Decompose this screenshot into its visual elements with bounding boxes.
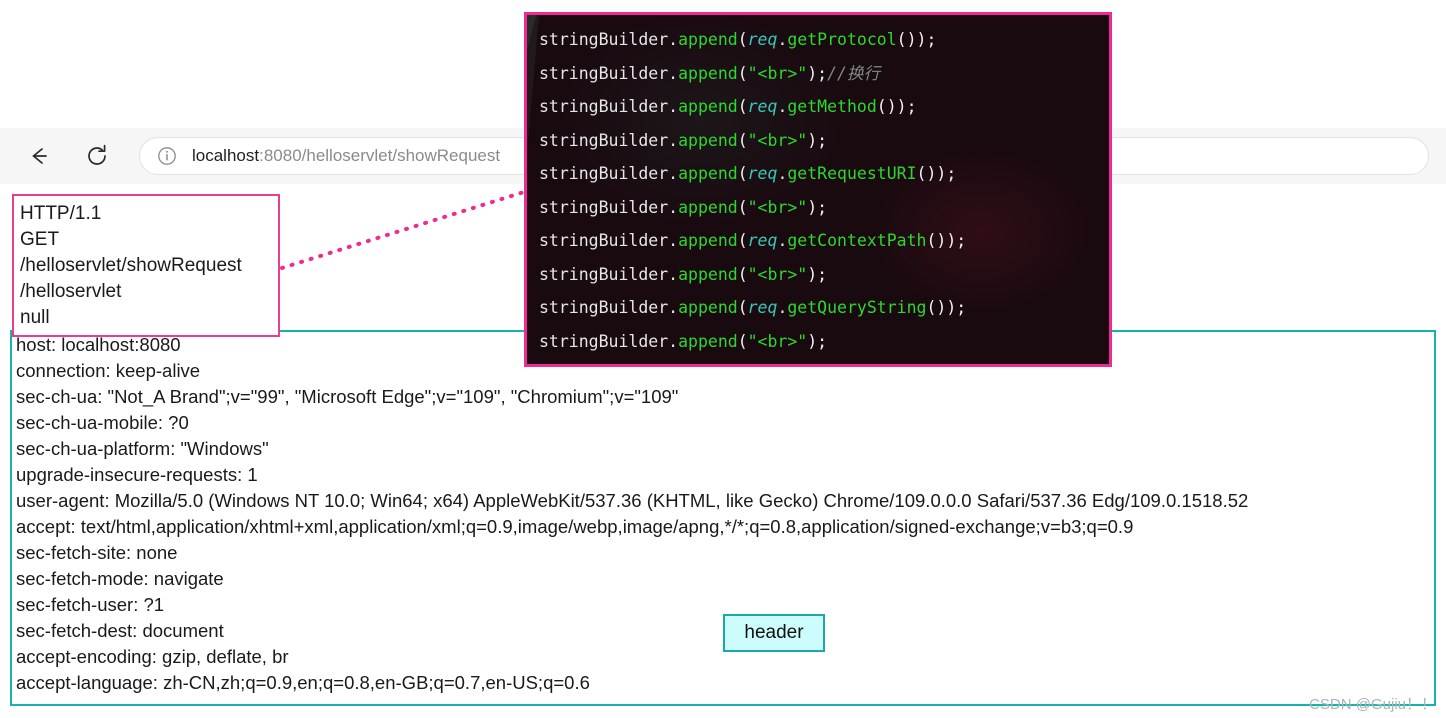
header-line: accept: text/html,application/xhtml+xml,…: [16, 514, 1436, 540]
reload-button[interactable]: [78, 137, 116, 175]
header-line: user-agent: Mozilla/5.0 (Windows NT 10.0…: [16, 488, 1436, 514]
request-line-callout-box: HTTP/1.1 GET /helloservlet/showRequest /…: [12, 194, 280, 337]
header-annotation-label: header: [723, 614, 825, 652]
address-bar-host: localhost: [192, 146, 259, 165]
header-line: upgrade-insecure-requests: 1: [16, 462, 1436, 488]
code-line: stringBuilder.append(req.getRequestURI()…: [539, 157, 1109, 191]
code-line: stringBuilder.append(req.getQueryString(…: [539, 291, 1109, 325]
back-button[interactable]: [20, 137, 58, 175]
code-line: stringBuilder.append(req.getContextPath(…: [539, 224, 1109, 258]
code-line: stringBuilder.append(req.getProtocol());: [539, 23, 1109, 57]
csdn-watermark: CSDN @Gujiu！！: [1309, 693, 1436, 714]
reload-icon: [84, 143, 110, 169]
request-line-4: null: [20, 305, 272, 331]
info-circle-icon[interactable]: [154, 143, 180, 169]
code-line: stringBuilder.append("<br>");//换行: [539, 57, 1109, 91]
address-bar-url: localhost:8080/helloservlet/showRequest: [192, 146, 500, 166]
code-line: stringBuilder.append(req.getMethod());: [539, 90, 1109, 124]
code-line: stringBuilder.append("<br>");: [539, 325, 1109, 359]
header-line: sec-fetch-mode: navigate: [16, 566, 1436, 592]
request-line-2: /helloservlet/showRequest: [20, 253, 272, 279]
header-line: sec-ch-ua: "Not_A Brand";v="99", "Micros…: [16, 384, 1436, 410]
header-line: sec-ch-ua-mobile: ?0: [16, 410, 1436, 436]
code-editor-overlay: stringBuilder.append(req.getProtocol());…: [524, 12, 1112, 367]
code-line: stringBuilder.append("<br>");: [539, 258, 1109, 292]
request-line-1: GET: [20, 227, 272, 253]
header-line: accept-language: zh-CN,zh;q=0.9,en;q=0.8…: [16, 670, 1436, 696]
address-bar-path: :8080/helloservlet/showRequest: [259, 146, 500, 165]
code-line: stringBuilder.append("<br>");: [539, 191, 1109, 225]
request-line-3: /helloservlet: [20, 279, 272, 305]
back-arrow-icon: [26, 143, 52, 169]
code-lines: stringBuilder.append(req.getProtocol());…: [527, 15, 1109, 358]
header-line: sec-fetch-site: none: [16, 540, 1436, 566]
request-line-0: HTTP/1.1: [20, 201, 272, 227]
code-line: stringBuilder.append("<br>");: [539, 124, 1109, 158]
header-line: sec-ch-ua-platform: "Windows": [16, 436, 1436, 462]
